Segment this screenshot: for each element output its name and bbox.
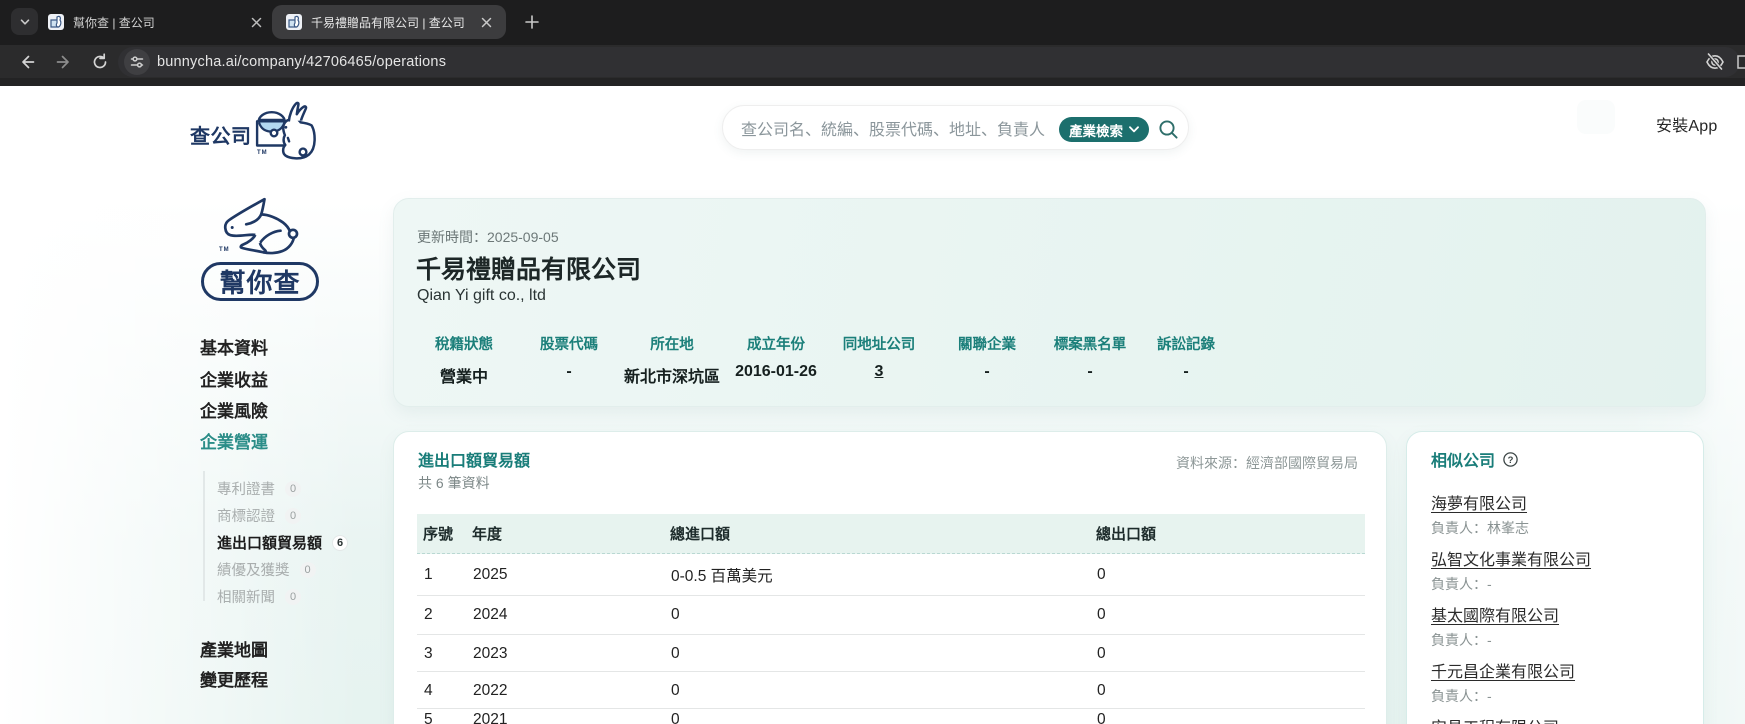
- svg-text:?: ?: [1508, 454, 1514, 465]
